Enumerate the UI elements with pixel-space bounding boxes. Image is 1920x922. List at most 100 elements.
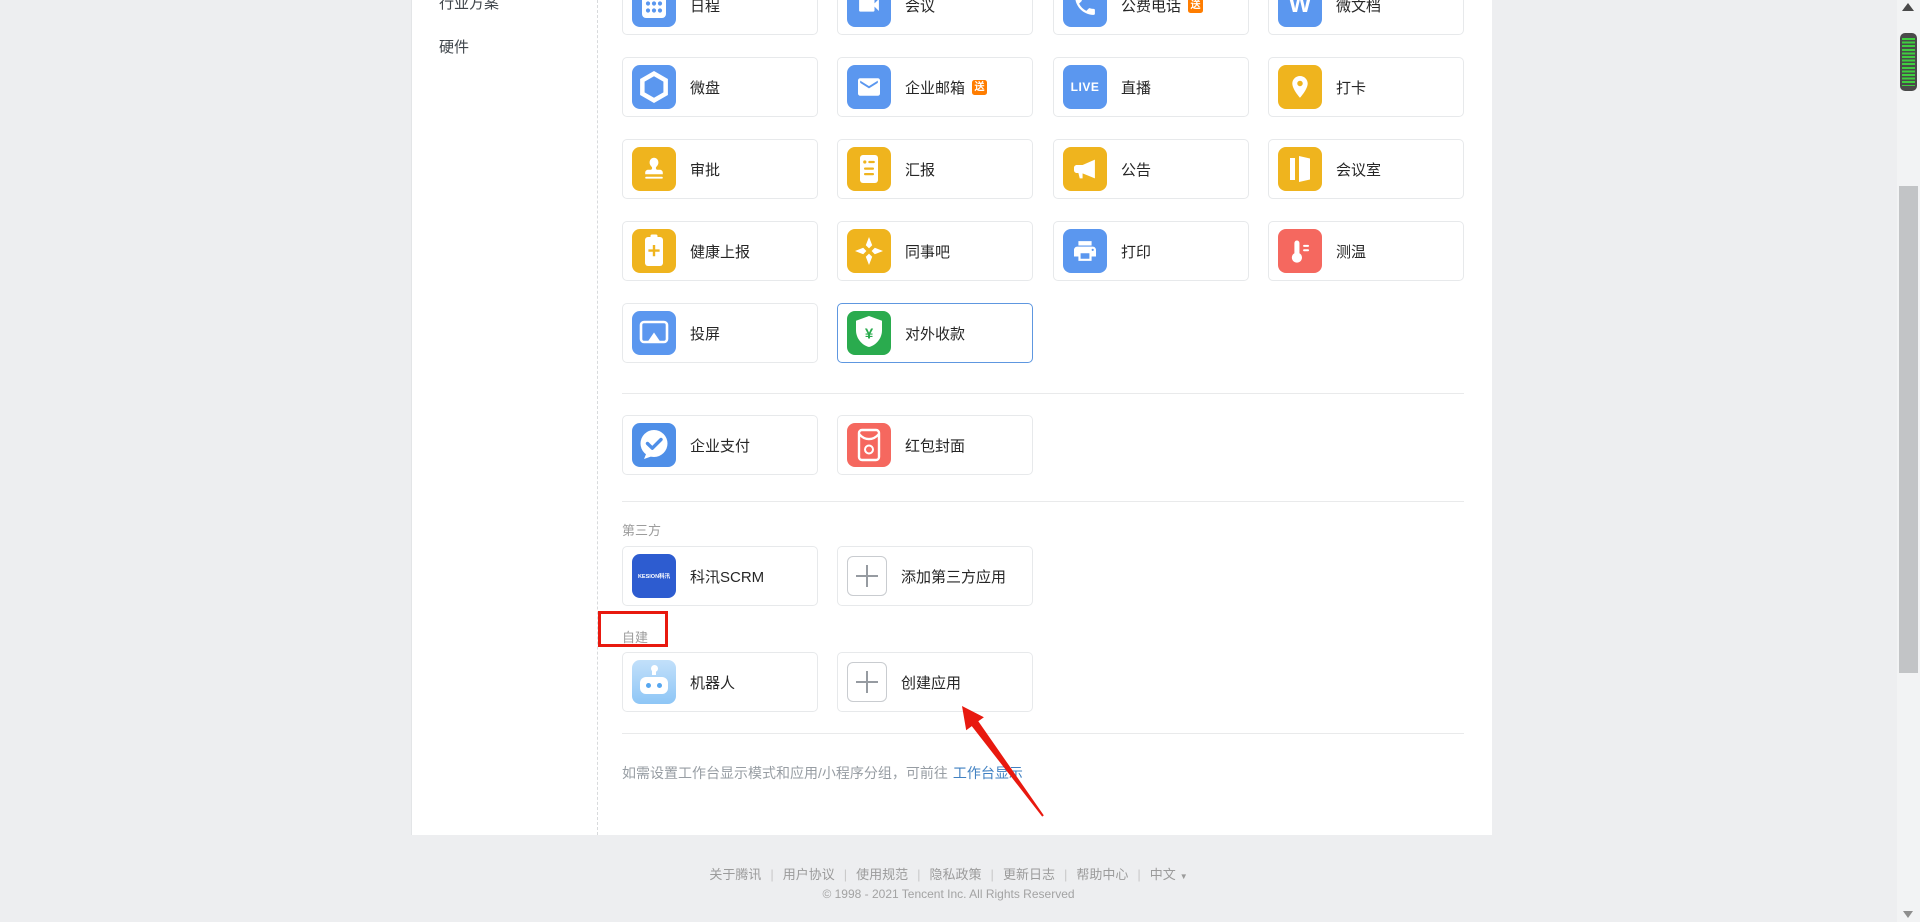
pay-check-icon [632, 423, 676, 467]
app-label: 会议室 [1336, 159, 1381, 180]
app-card-collect-payment[interactable]: ¥ 对外收款 [837, 303, 1033, 363]
footer-link-changelog[interactable]: 更新日志 [1003, 867, 1055, 882]
app-card-colleagues[interactable]: 同事吧 [837, 221, 1033, 281]
app-card-add-third-party[interactable]: 添加第三方应用 [837, 546, 1033, 606]
kesion-icon: KESION科汛 [632, 554, 676, 598]
app-card-create-app[interactable]: 创建应用 [837, 652, 1033, 712]
app-card-live[interactable]: LIVE 直播 [1053, 57, 1249, 117]
printer-icon [1063, 229, 1107, 273]
app-card-report[interactable]: 汇报 [837, 139, 1033, 199]
screen-cast-icon [632, 311, 676, 355]
footer-link-user-agreement[interactable]: 用户协议 [783, 867, 835, 882]
app-card-approval[interactable]: 审批 [622, 139, 818, 199]
health-clipboard-icon [632, 229, 676, 273]
svg-text:¥: ¥ [865, 326, 874, 343]
gift-badge: 送 [972, 80, 987, 95]
app-label: 企业支付 [690, 435, 750, 456]
live-icon: LIVE [1063, 65, 1107, 109]
app-label: 直播 [1121, 77, 1151, 98]
megaphone-icon [1063, 147, 1107, 191]
app-card-print[interactable]: 打印 [1053, 221, 1249, 281]
app-card-red-packet-cover[interactable]: 红包封面 [837, 415, 1033, 475]
thermometer-icon [1278, 229, 1322, 273]
app-card-wedrive[interactable]: 微盘 [622, 57, 818, 117]
app-label: 同事吧 [905, 241, 950, 262]
app-label: 添加第三方应用 [901, 566, 1006, 587]
video-camera-icon [847, 0, 891, 27]
gift-badge: 送 [1188, 0, 1203, 13]
app-label: 公费电话 [1121, 0, 1181, 16]
app-card-wedoc[interactable]: W 微文档 [1268, 0, 1464, 35]
app-label: 红包封面 [905, 435, 965, 456]
app-card-kesion-scrm[interactable]: KESION科汛 科汛SCRM [622, 546, 818, 606]
language-selector[interactable]: 中文 [1150, 867, 1176, 882]
app-card-checkin[interactable]: 打卡 [1268, 57, 1464, 117]
robot-icon [632, 660, 676, 704]
app-label: 企业邮箱 [905, 77, 965, 98]
app-label: 汇报 [905, 159, 935, 180]
app-card-enterprise-pay[interactable]: 企业支付 [622, 415, 818, 475]
scroll-position-indicator [1900, 33, 1917, 91]
sidebar-item-industry-solutions[interactable]: 行业方案 [439, 0, 499, 13]
app-card-meeting[interactable]: 会议 [837, 0, 1033, 35]
workbench-display-link[interactable]: 工作台显示 [953, 765, 1023, 781]
app-label: 打印 [1121, 241, 1151, 262]
red-packet-icon [847, 423, 891, 467]
mail-icon [847, 65, 891, 109]
app-label: 微盘 [690, 77, 720, 98]
wedoc-icon: W [1278, 0, 1322, 27]
app-label: 审批 [690, 159, 720, 180]
scrollbar-track[interactable] [1897, 0, 1920, 922]
app-card-screen-cast[interactable]: 投屏 [622, 303, 818, 363]
app-card-health-report[interactable]: 健康上报 [622, 221, 818, 281]
copyright-text: © 1998 - 2021 Tencent Inc. All Rights Re… [0, 887, 1897, 901]
footer-link-help-center[interactable]: 帮助中心 [1076, 867, 1128, 882]
app-label: 科汛SCRM [690, 566, 764, 587]
app-label: 微文档 [1336, 0, 1381, 16]
app-label: 日程 [690, 0, 720, 16]
app-card-robot[interactable]: 机器人 [622, 652, 818, 712]
scrollbar-thumb[interactable] [1899, 186, 1918, 673]
app-card-mail[interactable]: 企业邮箱 送 [837, 57, 1033, 117]
app-label: 会议 [905, 0, 935, 16]
report-doc-icon [847, 147, 891, 191]
app-label: 投屏 [690, 323, 720, 344]
section-title-third-party: 第三方 [622, 520, 661, 539]
section-divider [622, 501, 1464, 502]
plus-icon [847, 662, 887, 702]
wedrive-hexagon-icon [632, 65, 676, 109]
footer-links: 关于腾讯|用户协议|使用规范|隐私政策|更新日志|帮助中心|中文▼ [0, 864, 1897, 883]
scrollbar-up-arrow-icon[interactable] [1902, 3, 1914, 11]
caret-down-icon: ▼ [1180, 872, 1188, 881]
app-label: 公告 [1121, 159, 1151, 180]
compass-icon [847, 229, 891, 273]
location-pin-icon [1278, 65, 1322, 109]
section-divider [622, 733, 1464, 734]
app-label: 测温 [1336, 241, 1366, 262]
settings-sidebar: 行业方案 硬件 [411, 0, 598, 835]
scrollbar-down-arrow-icon[interactable] [1903, 911, 1913, 918]
section-title-custom: 自建 [622, 627, 648, 646]
app-card-announcement[interactable]: 公告 [1053, 139, 1249, 199]
footer-link-usage-rules[interactable]: 使用规范 [856, 867, 908, 882]
plus-icon [847, 556, 887, 596]
sidebar-item-hardware[interactable]: 硬件 [439, 36, 469, 57]
phone-icon [1063, 0, 1107, 27]
app-label: 机器人 [690, 672, 735, 693]
app-card-paid-call[interactable]: 公费电话 送 [1053, 0, 1249, 35]
stamp-icon [632, 147, 676, 191]
app-management-page: 行业方案 硬件 日程 会议 公费电话 送 W 微文档 微盘 [0, 0, 1920, 922]
section-divider [622, 393, 1464, 394]
app-label: 健康上报 [690, 241, 750, 262]
app-label: 打卡 [1336, 77, 1366, 98]
app-card-meeting-room[interactable]: 会议室 [1268, 139, 1464, 199]
door-icon [1278, 147, 1322, 191]
app-card-calendar[interactable]: 日程 [622, 0, 818, 35]
app-card-temperature[interactable]: 测温 [1268, 221, 1464, 281]
calendar-icon [632, 0, 676, 27]
app-label: 对外收款 [905, 323, 965, 344]
footer-link-privacy-policy[interactable]: 隐私政策 [930, 867, 982, 882]
workbench-note: 如需设置工作台显示模式和应用/小程序分组，可前往工作台显示 [622, 763, 1023, 783]
shield-yuan-icon: ¥ [847, 311, 891, 355]
footer-link-about-tencent[interactable]: 关于腾讯 [709, 867, 761, 882]
